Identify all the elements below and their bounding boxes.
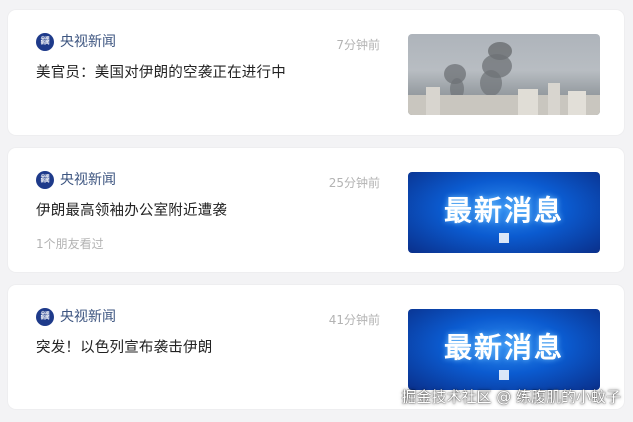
news-thumbnail-image[interactable]: 最新消息: [408, 309, 600, 390]
news-card[interactable]: 央视 新闻 央视新闻 7分钟前 美官员：美国对伊朗的空袭正在进行中: [8, 10, 624, 135]
source-name[interactable]: 央视新闻: [60, 308, 116, 326]
logo-text-bottom: 新闻: [40, 41, 50, 46]
news-headline[interactable]: 突发！以色列宣布袭击伊朗: [36, 336, 212, 357]
breaking-news-banner-text: 最新消息: [443, 193, 564, 227]
breaking-news-banner-text: 最新消息: [443, 330, 564, 364]
source-name[interactable]: 央视新闻: [60, 33, 116, 51]
news-headline[interactable]: 伊朗最高领袖办公室附近遭袭: [36, 199, 227, 220]
friends-viewed-label: 1个朋友看过: [36, 237, 104, 251]
news-thumbnail-image[interactable]: 最新消息: [408, 172, 600, 253]
news-source[interactable]: 央视 新闻 央视新闻: [36, 171, 116, 189]
logo-text-bottom: 新闻: [40, 179, 50, 184]
cctv-news-logo-icon: 央视 新闻: [36, 171, 54, 189]
timestamp: 7分钟前: [336, 38, 380, 52]
cctv-news-logo-icon: 央视 新闻: [36, 308, 54, 326]
news-headline[interactable]: 美官员：美国对伊朗的空袭正在进行中: [36, 61, 286, 82]
cctv-news-logo-icon: 央视 新闻: [36, 33, 54, 51]
news-feed: 央视 新闻 央视新闻 7分钟前 美官员：美国对伊朗的空袭正在进行中 央视 新闻: [8, 10, 624, 422]
logo-text-bottom: 新闻: [40, 316, 50, 321]
news-source[interactable]: 央视 新闻 央视新闻: [36, 308, 116, 326]
news-card[interactable]: 央视 新闻 央视新闻 25分钟前 伊朗最高领袖办公室附近遭袭 1个朋友看过 最新…: [8, 148, 624, 272]
news-thumbnail-image[interactable]: [408, 34, 600, 115]
source-name[interactable]: 央视新闻: [60, 171, 116, 189]
watermark: 掘金技术社区 @ 练腹肌的小蚊子: [401, 388, 621, 406]
cctv-mini-logo-icon: [499, 370, 509, 380]
timestamp: 25分钟前: [328, 176, 380, 190]
news-source[interactable]: 央视 新闻 央视新闻: [36, 33, 116, 51]
timestamp: 41分钟前: [328, 313, 380, 327]
cctv-mini-logo-icon: [499, 233, 509, 243]
